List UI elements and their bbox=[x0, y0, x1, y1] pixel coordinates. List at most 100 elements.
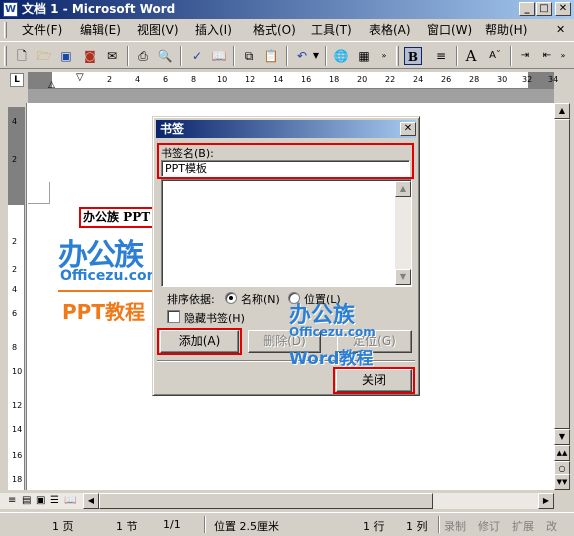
new-document-icon[interactable]: 🗋 bbox=[13, 47, 31, 65]
ruler-tick: 2 bbox=[12, 155, 18, 164]
horizontal-scrollbar[interactable]: ≡ ▤ ▣ ☰ 📖 ◀ ▶ bbox=[0, 493, 554, 509]
bookmark-name-input[interactable]: PPT模板 bbox=[161, 160, 410, 177]
ruler-tick: 16 bbox=[301, 75, 312, 84]
menu-view[interactable]: 视图(V) bbox=[137, 23, 179, 37]
logo-sub: PPT教程 bbox=[62, 300, 145, 324]
ruler-tick: 10 bbox=[12, 367, 23, 376]
ruler-tick: 8 bbox=[12, 343, 18, 352]
menu-table[interactable]: 表格(A) bbox=[369, 23, 411, 37]
list-scrollbar[interactable]: ▲ ▼ bbox=[395, 181, 411, 285]
menu-close-icon[interactable]: ✕ bbox=[556, 23, 565, 36]
sort-by-name-label[interactable]: 名称(N) bbox=[241, 291, 280, 307]
outline-view-icon[interactable]: ☰ bbox=[50, 495, 59, 506]
more-buttons-icon[interactable]: » bbox=[558, 47, 568, 65]
previous-page-icon[interactable]: ▲▲ bbox=[554, 445, 570, 461]
spelling-icon[interactable]: ✓ bbox=[188, 47, 206, 65]
menu-window[interactable]: 窗口(W) bbox=[427, 23, 472, 37]
align-icon[interactable]: ≡ bbox=[432, 47, 450, 65]
list-scroll-down-icon[interactable]: ▼ bbox=[395, 269, 411, 285]
hidden-bookmarks-label[interactable]: 隐藏书签(H) bbox=[184, 310, 245, 326]
email-icon[interactable]: ✉ bbox=[103, 47, 121, 65]
undo-icon[interactable]: ↶ bbox=[293, 47, 311, 65]
ruler-tick: 16 bbox=[12, 451, 23, 460]
print-view-icon[interactable]: ▣ bbox=[36, 495, 45, 506]
ruler-tick: 6 bbox=[163, 75, 169, 84]
save-icon[interactable]: ▣ bbox=[57, 47, 75, 65]
scroll-right-icon[interactable]: ▶ bbox=[538, 493, 554, 509]
ruler-tick: 24 bbox=[413, 75, 424, 84]
toolbar-options-icon[interactable]: » bbox=[380, 47, 388, 65]
scroll-thumb[interactable] bbox=[554, 119, 570, 429]
sort-by-name-radio[interactable] bbox=[225, 292, 237, 304]
table-icon[interactable]: ▦ bbox=[355, 47, 373, 65]
open-icon[interactable]: 🗁 bbox=[35, 47, 53, 65]
menu-grip[interactable] bbox=[4, 22, 7, 38]
menu-help[interactable]: 帮助(H) bbox=[485, 23, 527, 37]
bookmark-list[interactable]: ▲ ▼ bbox=[161, 179, 412, 287]
ruler-tick: 2 bbox=[12, 265, 18, 274]
copy-icon[interactable]: ⧉ bbox=[240, 47, 258, 65]
permission-icon[interactable]: ◙ bbox=[81, 47, 99, 65]
menu-tools[interactable]: 工具(T) bbox=[311, 23, 352, 37]
paste-icon[interactable]: 📋 bbox=[262, 47, 280, 65]
hidden-bookmarks-checkbox[interactable] bbox=[167, 310, 180, 323]
undo-dropdown-icon[interactable]: ▼ bbox=[311, 47, 321, 65]
sort-by-label: 排序依据: bbox=[167, 293, 215, 306]
status-ovr[interactable]: 改 bbox=[546, 518, 557, 534]
status-ext[interactable]: 扩展 bbox=[512, 518, 534, 534]
dialog-close-icon[interactable]: ✕ bbox=[400, 122, 416, 136]
menu-insert[interactable]: 插入(I) bbox=[195, 23, 232, 37]
ruler-tick: 12 bbox=[12, 401, 23, 410]
font-size-icon[interactable]: A˘ bbox=[486, 47, 504, 65]
ruler-tick: 2 bbox=[12, 237, 18, 246]
logo-en: Officezu.com bbox=[60, 268, 162, 284]
horizontal-ruler[interactable]: ▽ △ 2 4 6 8 10 12 14 16 18 20 22 24 26 2… bbox=[28, 72, 558, 90]
scroll-up-icon[interactable]: ▲ bbox=[554, 103, 570, 119]
dialog-title: 书签 bbox=[160, 122, 185, 136]
menu-format[interactable]: 格式(O) bbox=[253, 23, 296, 37]
dialog-watermark-logo: 办公族 Officezu.com Word教程 bbox=[289, 297, 389, 369]
normal-view-icon[interactable]: ≡ bbox=[8, 495, 16, 506]
vertical-ruler[interactable]: 4 2 2 2 4 6 8 10 12 14 16 18 bbox=[8, 107, 25, 490]
add-button[interactable]: 添加(A) bbox=[160, 330, 239, 353]
dialog-title-bar[interactable]: 书签 bbox=[156, 120, 416, 138]
scroll-down-icon[interactable]: ▼ bbox=[554, 429, 570, 445]
first-line-indent-icon[interactable]: ▽ bbox=[76, 72, 84, 83]
print-preview-icon[interactable]: 🔍 bbox=[156, 47, 174, 65]
outdent-icon[interactable]: ⇤ bbox=[538, 47, 556, 65]
document-text[interactable]: 办公族 PPT bbox=[79, 207, 155, 228]
close-icon[interactable]: ✕ bbox=[555, 2, 571, 16]
hyperlink-icon[interactable]: 🌐 bbox=[332, 47, 350, 65]
ruler-tick: 2 bbox=[107, 75, 113, 84]
toolbar-grip[interactable] bbox=[4, 46, 7, 66]
scroll-left-icon[interactable]: ◀ bbox=[83, 493, 99, 509]
document-logo-image: 办公族 Officezu.com PPT教程 bbox=[58, 230, 162, 325]
ruler-tick: 18 bbox=[12, 475, 23, 484]
menu-edit[interactable]: 编辑(E) bbox=[80, 23, 121, 37]
reading-view-icon[interactable]: 📖 bbox=[64, 495, 76, 506]
status-trk[interactable]: 修订 bbox=[478, 518, 500, 534]
ruler-tick: 14 bbox=[12, 425, 23, 434]
grow-font-button[interactable]: A bbox=[462, 47, 480, 65]
ruler-shadow bbox=[28, 89, 554, 103]
close-button[interactable]: 关闭 bbox=[336, 369, 412, 392]
indent-icon[interactable]: ⇥ bbox=[516, 47, 534, 65]
maximize-icon[interactable]: □ bbox=[536, 2, 552, 16]
web-view-icon[interactable]: ▤ bbox=[22, 495, 31, 506]
next-page-icon[interactable]: ▼▼ bbox=[554, 474, 570, 490]
word-app-icon[interactable]: W bbox=[3, 2, 18, 17]
format-toolbar-grip[interactable] bbox=[396, 46, 399, 66]
list-scroll-up-icon[interactable]: ▲ bbox=[395, 181, 411, 197]
status-rec[interactable]: 录制 bbox=[444, 518, 466, 534]
hscroll-thumb[interactable] bbox=[99, 493, 433, 509]
vertical-scrollbar[interactable]: ▲ ▼ ▲▲ ○ ▼▼ bbox=[554, 103, 570, 490]
tab-selector[interactable]: L bbox=[10, 73, 24, 87]
print-icon[interactable]: ⎙ bbox=[134, 47, 152, 65]
minimize-icon[interactable]: _ bbox=[519, 2, 535, 16]
bold-button[interactable]: B bbox=[404, 47, 422, 65]
status-position: 位置 2.5厘米 bbox=[214, 520, 279, 533]
window-title: 文档 1 - Microsoft Word bbox=[22, 2, 176, 16]
menu-file[interactable]: 文件(F) bbox=[22, 23, 62, 37]
research-icon[interactable]: 📖 bbox=[210, 47, 228, 65]
status-section: 1 节 bbox=[116, 520, 138, 533]
